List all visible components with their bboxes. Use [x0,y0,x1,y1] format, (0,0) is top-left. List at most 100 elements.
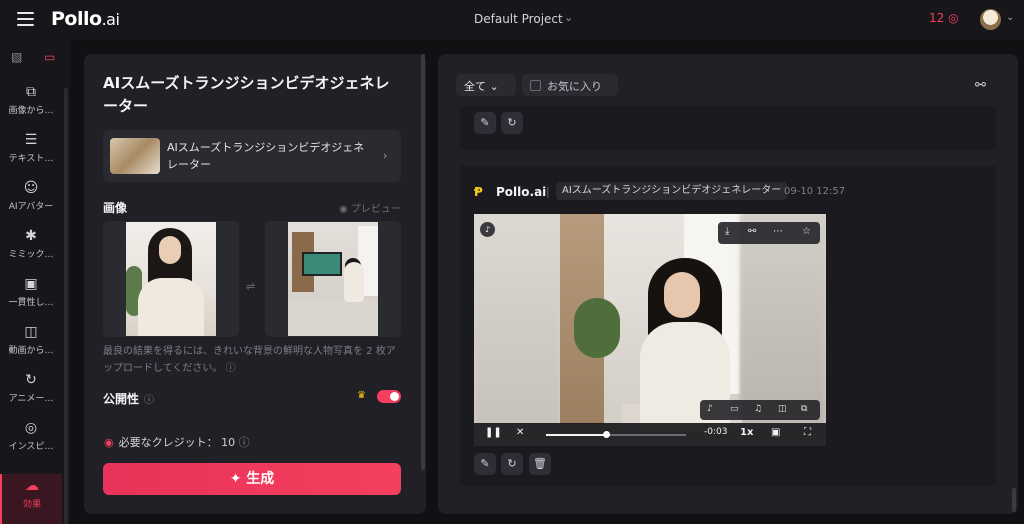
sidebar-scrollbar[interactable] [64,88,68,524]
sidebar-item-text-to-video[interactable]: ☰ テキスト… [0,128,62,176]
image-mode-icon[interactable]: ▧ [11,50,22,64]
sidebar-item-label: AIアバター [8,202,54,212]
mute-icon[interactable]: ✕ [516,427,524,438]
crop-icon[interactable]: ⧉ [801,404,807,414]
panel-scrollbar[interactable] [421,54,425,470]
separator: | [546,185,550,198]
credits-badge[interactable]: 12 ◎ [929,11,959,25]
video-controls: ❚❚ ✕ -0:03 1x ▣ ⛶ [474,423,826,446]
sidebar-item-mimic[interactable]: ✱ ミミック… [0,224,62,272]
logo-suffix: .ai [101,10,120,29]
download-icon[interactable]: ⤓ [725,226,729,237]
chevron-down-icon[interactable]: ⌄ [1006,12,1014,23]
tiktok-icon[interactable]: ♪ [480,222,495,237]
favorites-label: お気に入り [547,80,602,93]
video-action-bar: ⤓ ⚯ ⋯ ☆ [718,222,820,244]
end-image [288,222,378,336]
generate-button[interactable]: ✦ 生成 [103,463,401,495]
sidebar-item-label: 一貫性し… [8,298,54,308]
trash-icon: 🗑 [533,457,547,470]
filter-dropdown[interactable]: 全て ⌄ [456,74,516,96]
logo[interactable]: Pollo.ai [51,8,120,30]
refresh-icon: ↻ [507,116,517,129]
credit-label: 必要なクレジット： [118,436,218,449]
sparkle-icon: ✦ [229,471,242,487]
share-icon[interactable]: ⚯ [748,226,756,237]
consistency-icon: ▣ [24,276,38,292]
ratio-icon[interactable]: ◫ [778,404,787,414]
animation-icon: ↻ [25,372,37,388]
previous-result [460,106,996,150]
project-selector[interactable]: Default Project [474,12,563,26]
tiktok-icon[interactable]: ♪ [707,404,713,414]
more-icon[interactable]: ⋯ [773,226,783,237]
caption-icon[interactable]: ▭ [730,404,739,414]
sidebar-item-consistency[interactable]: ▣ 一貫性し… [0,272,62,320]
audio-icon[interactable]: ♫ [754,404,762,414]
sidebar-item-effects[interactable]: ☁ 効果 [0,474,62,524]
page-title: AIスムーズトランジションビデオジェネレーター [103,74,390,115]
compass-icon: ◎ [24,420,38,436]
favorites-filter[interactable]: お気に入り [522,74,618,96]
sidebar-item-video-to-video[interactable]: ◫ 動画から… [0,320,62,368]
credit-value: 10 [221,436,236,449]
delete-button[interactable]: 🗑 [529,453,551,475]
seek-progress [546,434,607,436]
sidebar-item-label: ミミック… [8,250,54,260]
filter-label: 全て [464,80,486,93]
sidebar-item-label: アニメー… [8,394,54,404]
chevron-down-icon[interactable]: ⌄ [564,11,573,24]
edit-button[interactable]: ✎ [474,112,496,134]
eye-icon: ◉ [339,204,348,215]
sidebar-item-ai-avatar[interactable]: ☺ AIアバター [0,176,62,224]
credits-count: 12 [929,11,945,25]
info-icon[interactable]: ⓘ [144,391,154,406]
regenerate-button[interactable]: ↻ [501,453,523,475]
public-label: 公開性 [103,392,140,406]
credit-icon: ◉ [104,436,114,449]
speed-control[interactable]: 1x [740,427,753,438]
seek-bar[interactable] [546,431,686,438]
info-icon[interactable]: ⓘ [226,363,236,374]
sidebar-item-inspiration[interactable]: ◎ インスピ… [0,416,62,464]
mimic-icon: ✱ [25,228,37,244]
regenerate-button[interactable]: ↻ [501,112,523,134]
public-toggle[interactable] [377,390,401,403]
model-name: AIスムーズトランジションビデオジェネレーター [167,141,365,171]
pip-icon[interactable]: ▣ [771,427,780,438]
edit-icon: ✎ [480,116,490,129]
edit-button[interactable]: ✎ [474,453,496,475]
seek-handle[interactable] [603,431,611,438]
refresh-icon: ↻ [507,457,517,470]
swap-icon[interactable]: ⇌ [246,280,255,293]
pause-icon[interactable]: ❚❚ [485,427,502,438]
time-remaining: -0:03 [704,427,728,437]
menu-icon[interactable] [17,12,34,26]
results-scrollbar[interactable] [1012,488,1016,512]
info-icon[interactable]: ⓘ [239,436,250,449]
generate-label: 生成 [246,471,275,487]
sidebar-item-label: テキスト… [8,154,54,164]
credit-requirement: ◉ 必要なクレジット： 10 ⓘ [104,434,250,450]
preview-link[interactable]: ◉ プレビュー [339,200,401,215]
brand-name: Pollo.ai [496,185,547,199]
sidebar-item-label: インスピ… [8,442,54,452]
video-share-bar: ♪ ▭ ♫ ◫ ⧉ [700,400,820,420]
logo-text: Pollo [51,8,102,30]
start-image [126,222,216,336]
video-mode-icon[interactable]: ▭ [44,50,55,64]
checkbox[interactable] [530,80,541,91]
star-icon[interactable]: ☆ [802,226,811,237]
preview-label: プレビュー [350,204,401,215]
coin-icon: ◎ [948,11,959,25]
hint-text: 最良の結果を得るには、きれいな背景の鮮明な人物写真を 2 枚アップロードしてくだ… [103,346,396,374]
upload-hint: 最良の結果を得るには、きれいな背景の鮮明な人物写真を 2 枚アップロードしてくだ… [103,343,403,377]
fullscreen-icon[interactable]: ⛶ [804,427,811,438]
image-section-label: 画像 [103,201,128,215]
pollo-logo-icon: Ᵽ [474,185,483,199]
avatar[interactable] [980,9,1001,30]
effects-icon: ☁ [25,478,39,494]
share-icon[interactable]: ⚯ [975,78,986,93]
sidebar-item-animation[interactable]: ↻ アニメー… [0,368,62,416]
sidebar-item-image-to-video[interactable]: ⧉ 画像から… [0,80,62,128]
